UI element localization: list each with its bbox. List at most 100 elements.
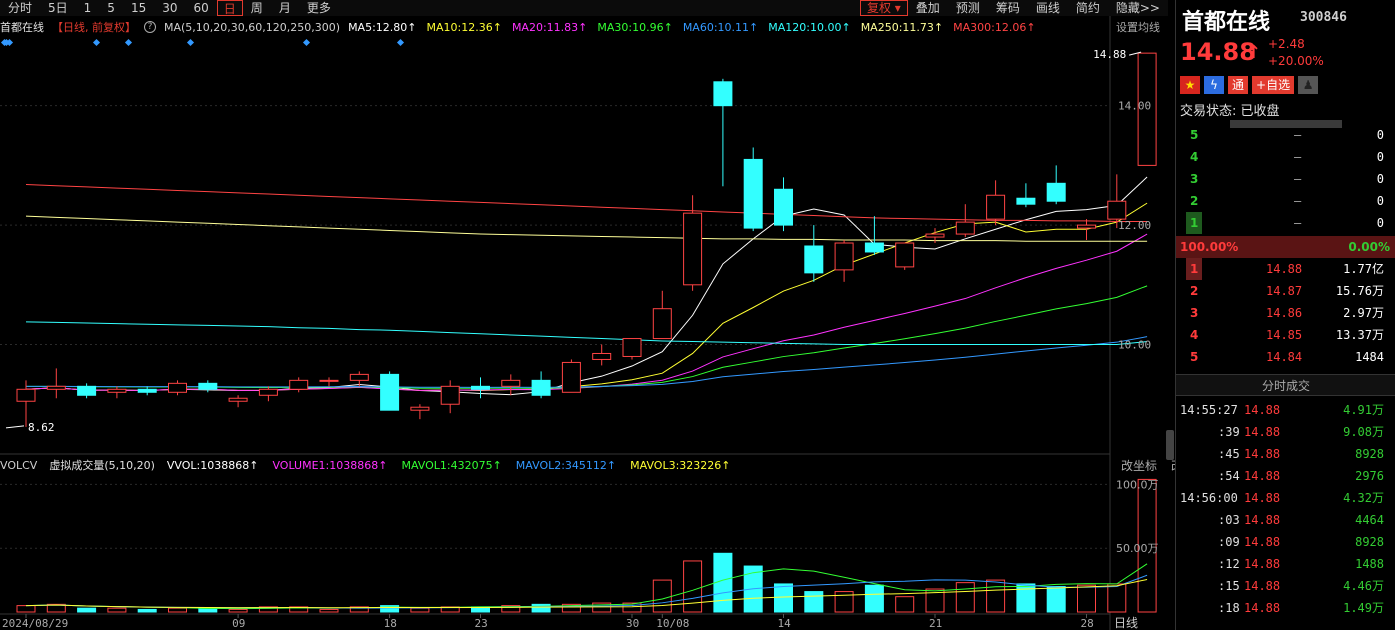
toolbar-right-0[interactable]: 叠加: [908, 0, 948, 16]
ask-price: —: [1294, 150, 1302, 164]
period-tab-3[interactable]: 5: [99, 0, 123, 16]
bid-price: 14.85: [1266, 328, 1303, 342]
volume-legend: VOLCV 虚拟成交量(5,10,20) VVOL:1038868↑ VOLUME…: [0, 456, 1110, 474]
volume-bar: [319, 608, 339, 613]
tick-time: :54: [1218, 469, 1240, 483]
toolbar-right-5[interactable]: 隐藏>>: [1108, 0, 1168, 16]
tick-volume: 2976: [1355, 469, 1384, 483]
ask-row: 1 — 0: [1176, 212, 1395, 234]
volume-ma-line: [25, 563, 1148, 610]
ask-row: 4 — 0: [1176, 146, 1395, 168]
up-arrow-icon: ↑: [1246, 42, 1262, 63]
bid-row: 3 14.86 2.97万: [1176, 302, 1395, 324]
period-tab-0[interactable]: 分时: [0, 0, 40, 16]
ma-params[interactable]: MA(5,10,20,30,60,120,250,300): [164, 21, 340, 34]
tick-time: 14:55:27: [1180, 403, 1238, 417]
ask-level: 2: [1190, 194, 1199, 208]
toolbar-right-3[interactable]: 画线: [1028, 0, 1068, 16]
ma-legend: 首都在线 【日线, 前复权】 ? MA(5,10,20,30,60,120,25…: [0, 18, 1168, 36]
tick-price: 14.88: [1244, 469, 1281, 483]
ma-legend-item: MA250:11.73↑: [860, 20, 944, 34]
candle-body: [683, 212, 703, 286]
add-watchlist-button[interactable]: +自选: [1252, 76, 1295, 94]
tick-price: 14.88: [1244, 535, 1281, 549]
x-tick-label: 2024/08/29: [2, 617, 68, 630]
bid-level: 2: [1190, 284, 1199, 298]
period-tab-1[interactable]: 5日: [40, 0, 76, 16]
candle-body: [804, 245, 824, 274]
tick-price: 14.88: [1244, 425, 1281, 439]
toolbar-right-1[interactable]: 预测: [948, 0, 988, 16]
ticks-title[interactable]: 分时成交: [1176, 374, 1395, 396]
tick-price: 14.88: [1244, 579, 1281, 593]
x-tick-label: 14: [778, 617, 792, 630]
period-tab-2[interactable]: 1: [76, 0, 100, 16]
volume-indicator-name[interactable]: VOLCV: [0, 459, 37, 472]
candle-body: [774, 188, 793, 226]
bolt-icon[interactable]: ϟ: [1204, 76, 1224, 94]
tick-list: 14:55:27 14.88 4.91万:39 14.88 9.08万:45 14.88 8…: [1176, 399, 1395, 619]
mode-label[interactable]: 【日线, 前复权】: [52, 19, 136, 35]
kline-chart[interactable]: 14.00 12.00 10.00 100.0万 50.00万 2024/08/29 09 1…: [0, 0, 1168, 630]
bid-row: 4 14.85 13.37万: [1176, 324, 1395, 346]
ask-ratio: 0.00%: [1348, 240, 1390, 254]
toolbar-right-2[interactable]: 筹码: [988, 0, 1028, 16]
tick-time: :15: [1218, 579, 1240, 593]
toolbar-right-4[interactable]: 简约: [1068, 0, 1108, 16]
candle-body: [743, 158, 763, 229]
period-tab-9[interactable]: 月: [271, 0, 299, 16]
candle-body: [1016, 197, 1036, 205]
tick-row: :09 14.88 8928: [1176, 531, 1395, 553]
period-tab-7[interactable]: 日: [216, 0, 243, 16]
bid-level: 3: [1190, 306, 1199, 320]
ask-row: 5 — 0: [1176, 124, 1395, 146]
bid-volume: 1.77亿: [1343, 262, 1384, 276]
price-grid: [0, 16, 1111, 630]
ask-price: —: [1294, 128, 1302, 142]
candle-body: [531, 379, 551, 396]
vol-legend-item: VOLUME1:1038868↑: [272, 458, 388, 472]
volume-indicator-title: 虚拟成交量(5,10,20): [49, 459, 155, 472]
volume-bar: [774, 583, 793, 613]
ma-line-ma20: [25, 233, 1148, 391]
panel-collapse-handle[interactable]: [1166, 430, 1174, 460]
tong-badge[interactable]: 通: [1228, 76, 1249, 94]
volume-bar: [168, 607, 187, 613]
volume-bar: [864, 584, 884, 613]
volume-bar: [986, 579, 1006, 613]
volume-bar: [1016, 583, 1036, 613]
candle-body: [834, 242, 854, 271]
period-tab-4[interactable]: 15: [123, 0, 154, 16]
tick-row: :15 14.88 4.46万: [1176, 575, 1395, 597]
volume-ma-line: [25, 579, 1148, 609]
volume-bar: [683, 560, 703, 613]
volume-bars: [16, 478, 1157, 613]
volume-bar: [380, 605, 400, 613]
tick-volume: 4.46万: [1343, 579, 1384, 593]
period-tab-8[interactable]: 周: [243, 0, 271, 16]
tick-price: 14.88: [1244, 447, 1281, 461]
candle-body: [168, 382, 187, 393]
ask-volume: 0: [1376, 150, 1384, 164]
tick-price: 14.88: [1244, 557, 1281, 571]
period-tab-5[interactable]: 30: [154, 0, 185, 16]
fuquan-button[interactable]: 复权 ▾: [859, 0, 908, 16]
help-icon[interactable]: ?: [144, 21, 156, 33]
vol-tool-0[interactable]: 改坐标: [1121, 457, 1157, 474]
period-tab-6[interactable]: 60: [186, 0, 217, 16]
low-annotation-arrow: [5, 425, 25, 429]
ma-settings-button[interactable]: 设置均线: [1116, 19, 1160, 35]
ma-line-ma300: [25, 183, 1148, 223]
stock-name: 首都在线: [1182, 10, 1271, 35]
event-marker-icon: [92, 38, 101, 47]
alert-icon[interactable]: ♟: [1298, 76, 1319, 94]
tick-time: :45: [1218, 447, 1240, 461]
tick-volume: 4.91万: [1343, 403, 1384, 417]
period-tab-10[interactable]: 更多: [299, 0, 339, 16]
volume-tick-label: 100.0万: [1116, 478, 1159, 491]
bid-price: 14.88: [1266, 262, 1303, 276]
vol-legend-item: MAVOL3:323226↑: [630, 458, 731, 472]
volume-tick-label: 50.00万: [1116, 542, 1159, 555]
candle-body: [319, 379, 339, 382]
candles: [16, 52, 1157, 427]
